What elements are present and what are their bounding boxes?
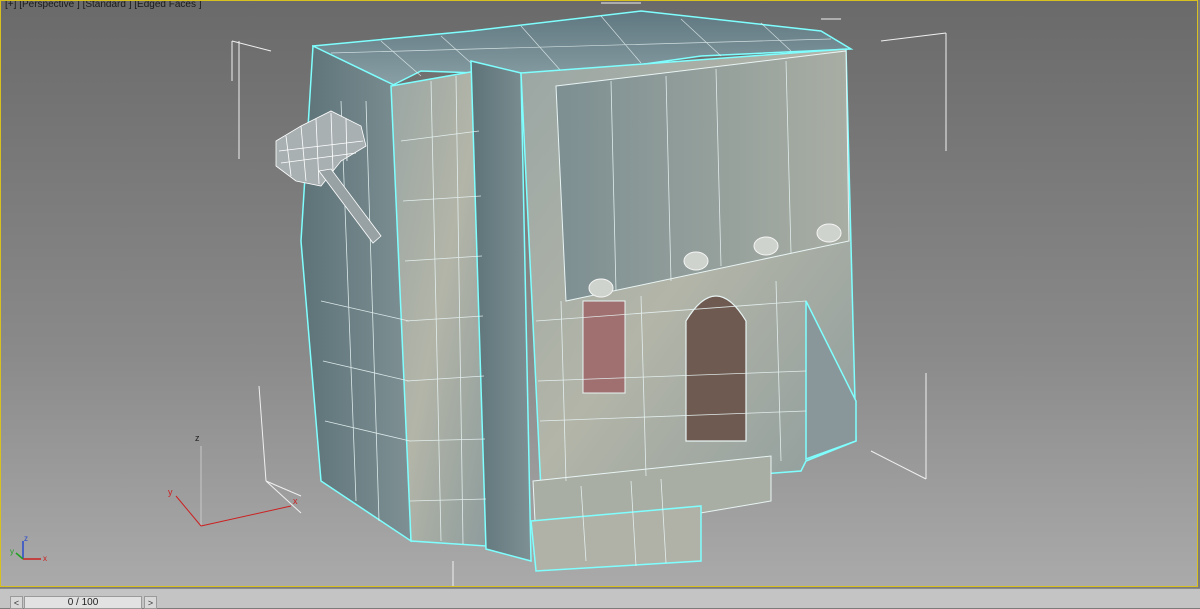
timeline-bar: < 0 / 100 > (0, 588, 1200, 609)
axis-label-z: z (195, 433, 200, 443)
scene-render[interactable]: z y x z x y (1, 1, 1198, 587)
tripod-label-z: z (24, 534, 28, 543)
axis-label-x: x (293, 496, 298, 506)
timeline-next-button[interactable]: > (144, 596, 157, 609)
axis-label-y: y (168, 487, 173, 497)
time-slider[interactable]: 0 / 100 (24, 596, 142, 609)
tripod-label-y: y (10, 547, 14, 556)
tripod-label-x: x (43, 554, 47, 563)
view-axis-tripod (15, 541, 41, 560)
perspective-viewport[interactable]: [+] [Perspective ] [Standard ] [Edged Fa… (0, 0, 1198, 587)
timeline-prev-button[interactable]: < (10, 596, 23, 609)
world-axis-gizmo (175, 446, 292, 527)
arched-door (685, 295, 747, 442)
